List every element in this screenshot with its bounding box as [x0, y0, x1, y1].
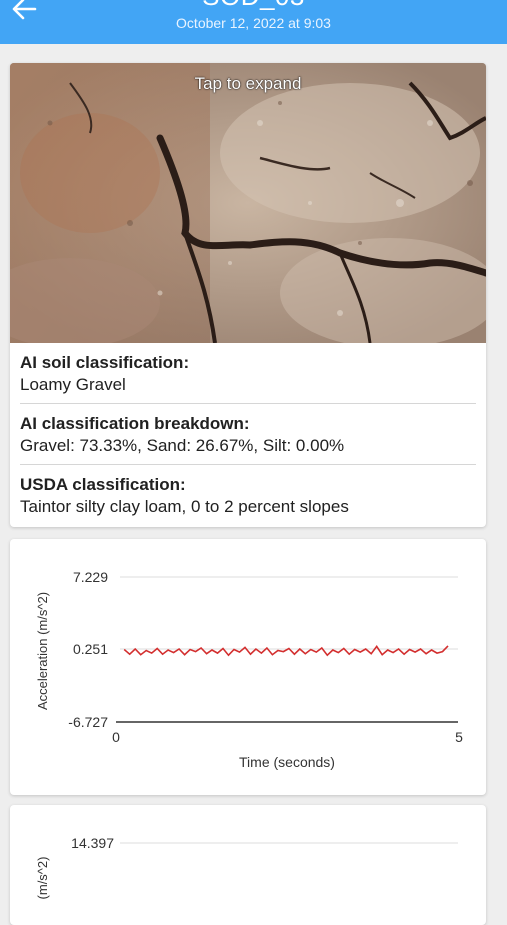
y-tick-label: 14.397: [71, 835, 114, 851]
y-tick-label: 0.251: [73, 641, 108, 657]
soil-sample-card: Tap to expand AI soil classification: Lo…: [10, 63, 486, 527]
ai-classification-heading: AI soil classification:: [20, 353, 190, 372]
page-title: SOD_03: [0, 0, 507, 12]
second-chart: 14.397 (m/s^2): [35, 835, 458, 900]
app-header: SOD_03 October 12, 2022 at 9:03: [0, 0, 507, 44]
usda-classification-value: Taintor silty clay loam, 0 to 2 percent …: [20, 497, 349, 516]
x-tick-label: 0: [112, 729, 120, 745]
acceleration-chart-card: 7.229 0.251 -6.727 0 5 Time (seconds) Ac…: [10, 539, 486, 795]
soil-photo-image: [10, 63, 486, 343]
usda-classification-heading: USDA classification:: [20, 475, 186, 494]
y-tick-label: 7.229: [73, 569, 108, 585]
ai-breakdown-heading: AI classification breakdown:: [20, 414, 250, 433]
ai-breakdown-section: AI classification breakdown: Gravel: 73.…: [20, 404, 476, 465]
y-tick-label: -6.727: [68, 714, 108, 730]
usda-classification-section: USDA classification: Taintor silty clay …: [20, 465, 476, 525]
page-subtitle: October 12, 2022 at 9:03: [176, 15, 331, 31]
y-axis-label: (m/s^2): [35, 857, 50, 900]
ai-breakdown-value: Gravel: 73.33%, Sand: 26.67%, Silt: 0.00…: [20, 436, 345, 455]
x-axis-label: Time (seconds): [239, 754, 335, 770]
soil-photo[interactable]: Tap to expand: [10, 63, 486, 343]
acceleration-series-line: [123, 645, 449, 657]
x-tick-label: 5: [455, 729, 463, 745]
y-axis-label: Acceleration (m/s^2): [35, 592, 50, 710]
ai-classification-value: Loamy Gravel: [20, 375, 126, 394]
acceleration-chart: 7.229 0.251 -6.727 0 5 Time (seconds) Ac…: [35, 569, 463, 770]
tap-to-expand-label: Tap to expand: [194, 74, 302, 93]
second-chart-card: 14.397 (m/s^2): [10, 805, 486, 925]
ai-classification-section: AI soil classification: Loamy Gravel: [20, 343, 476, 404]
